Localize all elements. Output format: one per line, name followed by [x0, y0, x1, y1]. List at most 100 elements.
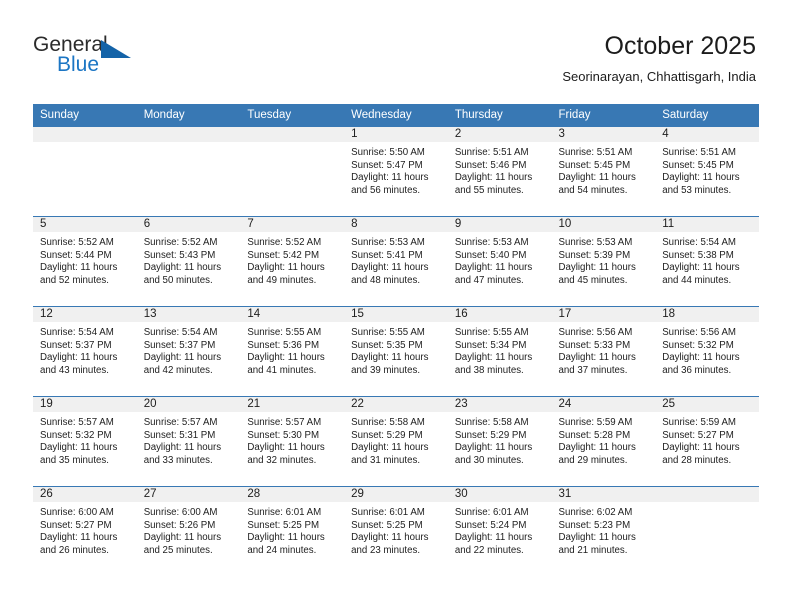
day-details: Sunrise: 5:59 AM Sunset: 5:27 PM Daylight:…: [655, 412, 759, 467]
sunrise-time: Sunrise: 5:55 AM: [247, 327, 322, 338]
day-number: 29: [344, 486, 448, 502]
calendar-day-cell[interactable]: 17 Sunrise: 5:56 AM Sunset: 5:33 PM Dayligh…: [551, 306, 656, 396]
day-number: 31: [551, 486, 656, 502]
sunset-time: Sunset: 5:42 PM: [247, 249, 320, 261]
calendar-day-cell[interactable]: 11 Sunrise: 5:54 AM Sunset: 5:38 PM Dayligh…: [655, 216, 759, 306]
sunset-time: Sunset: 5:40 PM: [454, 249, 527, 261]
weekday-header-friday: Friday: [551, 104, 656, 126]
calendar-day-cell[interactable]: 25 Sunrise: 5:59 AM Sunset: 5:27 PM Dayligh…: [655, 396, 759, 486]
daylight-duration-line2: and 24 minutes.: [247, 544, 317, 556]
day-number: 7: [240, 216, 345, 232]
daylight-duration-line2: and 33 minutes.: [143, 454, 213, 466]
day-details: Sunrise: 6:01 AM Sunset: 5:25 PM Daylight:…: [344, 502, 448, 557]
calendar-day-cell[interactable]: 5 Sunrise: 5:52 AM Sunset: 5:44 PM Daylight…: [33, 216, 137, 306]
sunrise-time: Sunrise: 5:54 AM: [40, 327, 114, 338]
calendar-day-cell[interactable]: 21 Sunrise: 5:57 AM Sunset: 5:30 PM Dayligh…: [240, 396, 345, 486]
sunset-time: Sunset: 5:28 PM: [558, 429, 631, 441]
daylight-duration-line1: Daylight: 11 hours: [143, 262, 222, 274]
day-number: 27: [136, 486, 241, 502]
day-details: Sunrise: 5:57 AM Sunset: 5:32 PM Daylight:…: [33, 412, 137, 467]
day-number: 2: [447, 126, 552, 142]
calendar-day-cell[interactable]: 29 Sunrise: 6:01 AM Sunset: 5:25 PM Dayligh…: [344, 486, 448, 576]
sunset-time: Sunset: 5:34 PM: [454, 339, 527, 351]
calendar-day-cell[interactable]: 10 Sunrise: 5:53 AM Sunset: 5:39 PM Dayligh…: [551, 216, 656, 306]
day-number: 26: [33, 486, 137, 502]
calendar-day-cell[interactable]: 27 Sunrise: 6:00 AM Sunset: 5:26 PM Dayligh…: [136, 486, 241, 576]
daylight-duration-line2: and 52 minutes.: [40, 274, 109, 286]
day-number: 19: [33, 396, 137, 412]
daylight-duration-line1: Daylight: 11 hours: [454, 442, 533, 454]
daylight-duration-line2: and 25 minutes.: [143, 544, 213, 556]
day-number: 23: [447, 396, 552, 412]
calendar-day-cell[interactable]: 3 Sunrise: 5:51 AM Sunset: 5:45 PM Daylight…: [551, 126, 656, 216]
sunset-time: Sunset: 5:35 PM: [351, 339, 423, 351]
calendar-day-cell[interactable]: 24 Sunrise: 5:59 AM Sunset: 5:28 PM Dayligh…: [551, 396, 656, 486]
calendar-day-cell[interactable]: 1 Sunrise: 5:50 AM Sunset: 5:47 PM Daylight…: [344, 126, 448, 216]
calendar-day-cell[interactable]: 18 Sunrise: 5:56 AM Sunset: 5:32 PM Dayligh…: [655, 306, 759, 396]
day-details: Sunrise: 5:51 AM Sunset: 5:45 PM Daylight:…: [655, 142, 759, 197]
calendar-day-cell[interactable]: 26 Sunrise: 6:00 AM Sunset: 5:27 PM Dayligh…: [33, 486, 137, 576]
calendar-day-cell[interactable]: 28 Sunrise: 6:01 AM Sunset: 5:25 PM Dayligh…: [240, 486, 345, 576]
daylight-duration-line2: and 38 minutes.: [454, 364, 524, 376]
calendar-week-row: 26 Sunrise: 6:00 AM Sunset: 5:27 PM Dayligh…: [33, 486, 759, 576]
daylight-duration-line1: Daylight: 11 hours: [558, 442, 636, 454]
triangle-icon: [101, 40, 131, 58]
daylight-duration-line2: and 36 minutes.: [662, 364, 732, 376]
sunrise-time: Sunrise: 5:51 AM: [454, 147, 529, 158]
sunset-time: Sunset: 5:37 PM: [40, 339, 112, 351]
daylight-duration-line2: and 53 minutes.: [662, 184, 732, 196]
sunset-time: Sunset: 5:27 PM: [662, 429, 734, 441]
calendar-day-cell[interactable]: 16 Sunrise: 5:55 AM Sunset: 5:34 PM Dayligh…: [447, 306, 552, 396]
daylight-duration-line1: Daylight: 11 hours: [662, 442, 740, 454]
calendar-day-cell[interactable]: 23 Sunrise: 5:58 AM Sunset: 5:29 PM Dayligh…: [447, 396, 552, 486]
calendar-day-cell[interactable]: 14 Sunrise: 5:55 AM Sunset: 5:36 PM Dayligh…: [240, 306, 345, 396]
daylight-duration-line1: Daylight: 11 hours: [247, 262, 325, 274]
calendar-day-cell[interactable]: 30 Sunrise: 6:01 AM Sunset: 5:24 PM Dayligh…: [447, 486, 552, 576]
calendar-day-cell[interactable]: 13 Sunrise: 5:54 AM Sunset: 5:37 PM Dayligh…: [136, 306, 241, 396]
daylight-duration-line2: and 28 minutes.: [662, 454, 732, 466]
day-number: [136, 126, 241, 142]
calendar-day-cell[interactable]: 19 Sunrise: 5:57 AM Sunset: 5:32 PM Dayligh…: [33, 396, 137, 486]
calendar-day-cell[interactable]: 15 Sunrise: 5:55 AM Sunset: 5:35 PM Dayligh…: [344, 306, 448, 396]
daylight-duration-line2: and 45 minutes.: [558, 274, 628, 286]
calendar-week-row: 5 Sunrise: 5:52 AM Sunset: 5:44 PM Daylight…: [33, 216, 759, 306]
calendar-day-cell[interactable]: 2 Sunrise: 5:51 AM Sunset: 5:46 PM Daylight…: [447, 126, 552, 216]
daylight-duration-line2: and 56 minutes.: [351, 184, 421, 196]
day-details: Sunrise: 6:02 AM Sunset: 5:23 PM Daylight:…: [552, 502, 656, 557]
daylight-duration-line1: Daylight: 11 hours: [558, 532, 636, 544]
sunset-time: Sunset: 5:39 PM: [558, 249, 631, 261]
calendar-day-cell[interactable]: 7 Sunrise: 5:52 AM Sunset: 5:42 PM Daylight…: [240, 216, 345, 306]
sunset-time: Sunset: 5:38 PM: [662, 249, 734, 261]
calendar-day-cell[interactable]: 22 Sunrise: 5:58 AM Sunset: 5:29 PM Dayligh…: [344, 396, 448, 486]
daylight-duration-line1: Daylight: 11 hours: [351, 352, 429, 364]
day-details: Sunrise: 5:55 AM Sunset: 5:34 PM Daylight:…: [448, 322, 552, 377]
sunset-time: Sunset: 5:32 PM: [40, 429, 112, 441]
daylight-duration-line1: Daylight: 11 hours: [40, 532, 118, 544]
daylight-duration-line1: Daylight: 11 hours: [351, 532, 429, 544]
daylight-duration-line2: and 41 minutes.: [247, 364, 317, 376]
general-blue-logo[interactable]: General Blue: [33, 33, 143, 79]
calendar-day-cell[interactable]: 12 Sunrise: 5:54 AM Sunset: 5:37 PM Dayligh…: [33, 306, 137, 396]
calendar-header-row: Sunday Monday Tuesday Wednesday Thursday…: [33, 104, 759, 126]
sunrise-time: Sunrise: 5:51 AM: [662, 147, 736, 158]
calendar-day-cell[interactable]: 4 Sunrise: 5:51 AM Sunset: 5:45 PM Daylight…: [655, 126, 759, 216]
calendar-day-cell[interactable]: 9 Sunrise: 5:53 AM Sunset: 5:40 PM Daylight…: [447, 216, 552, 306]
sunrise-time: Sunrise: 5:57 AM: [247, 417, 322, 428]
day-number: 10: [551, 216, 656, 232]
daylight-duration-line1: Daylight: 11 hours: [662, 352, 740, 364]
sunset-time: Sunset: 5:33 PM: [558, 339, 631, 351]
sunset-time: Sunset: 5:37 PM: [143, 339, 216, 351]
calendar-day-cell[interactable]: 6 Sunrise: 5:52 AM Sunset: 5:43 PM Daylight…: [136, 216, 241, 306]
daylight-duration-line2: and 55 minutes.: [454, 184, 524, 196]
day-number: 17: [551, 306, 656, 322]
sunrise-time: Sunrise: 5:54 AM: [143, 327, 218, 338]
weekday-header-tuesday: Tuesday: [240, 104, 345, 126]
sunset-time: Sunset: 5:24 PM: [454, 519, 527, 531]
calendar-day-cell[interactable]: 20 Sunrise: 5:57 AM Sunset: 5:31 PM Dayligh…: [136, 396, 241, 486]
sunrise-time: Sunrise: 5:55 AM: [351, 327, 425, 338]
day-details: Sunrise: 5:52 AM Sunset: 5:44 PM Daylight:…: [33, 232, 137, 287]
day-details: Sunrise: 5:52 AM Sunset: 5:43 PM Daylight:…: [137, 232, 241, 287]
calendar-day-cell[interactable]: 8 Sunrise: 5:53 AM Sunset: 5:41 PM Daylight…: [344, 216, 448, 306]
day-details: Sunrise: 6:00 AM Sunset: 5:27 PM Daylight:…: [33, 502, 137, 557]
calendar-day-cell[interactable]: 31 Sunrise: 6:02 AM Sunset: 5:23 PM Dayligh…: [551, 486, 656, 576]
